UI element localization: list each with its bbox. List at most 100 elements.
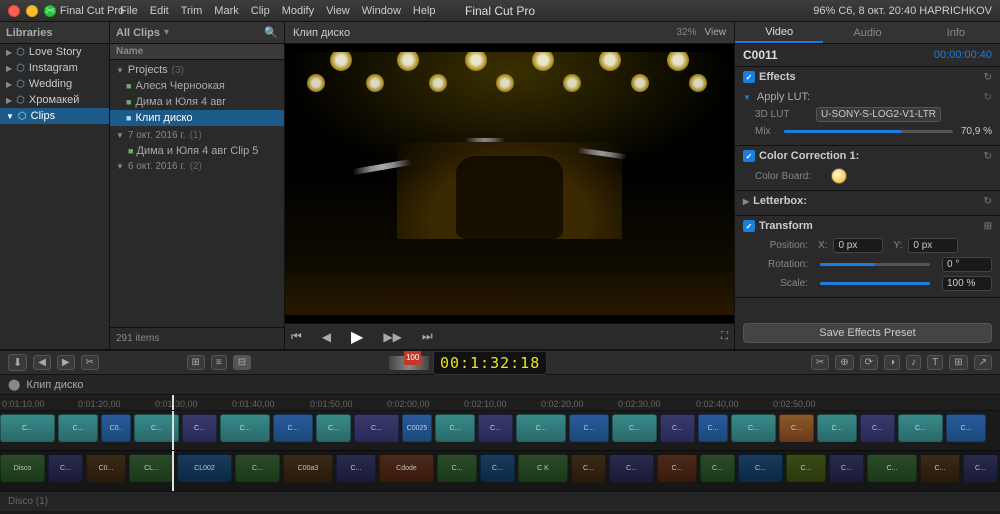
menu-file[interactable]: File	[120, 5, 138, 17]
audio-clip[interactable]: C...	[657, 454, 697, 482]
sidebar-item-clips[interactable]: ▼ ⬡ Clips	[0, 108, 109, 124]
clip-block[interactable]: C...	[516, 414, 566, 442]
tab-audio[interactable]: Audio	[823, 24, 911, 42]
clip-block[interactable]: C...	[220, 414, 270, 442]
clip-view-btn[interactable]: ⊟	[233, 355, 251, 370]
audio-clip[interactable]: Disco	[0, 454, 45, 482]
clip-block[interactable]: C...	[58, 414, 98, 442]
view-button[interactable]: View	[705, 27, 727, 38]
play-button[interactable]: ▶	[345, 325, 369, 349]
back-button[interactable]: ◀	[33, 355, 51, 370]
clip-block[interactable]: C0025	[402, 414, 432, 442]
position-y[interactable]: 0 px	[908, 238, 958, 253]
menu-modify[interactable]: Modify	[282, 5, 314, 17]
menu-view[interactable]: View	[326, 5, 350, 17]
audio-clip[interactable]: C...	[829, 454, 864, 482]
generator-tool[interactable]: ⊞	[949, 355, 967, 370]
sidebar-item-love-story[interactable]: ▶ ⬡ Love Story	[0, 44, 109, 60]
audio-clip[interactable]: CL...	[129, 454, 174, 482]
audio-clip[interactable]: C...	[963, 454, 998, 482]
audio-clip[interactable]: C...	[867, 454, 917, 482]
clip-block[interactable]: C...	[946, 414, 986, 442]
menu-help[interactable]: Help	[413, 5, 436, 17]
audio-clip[interactable]: C00a3	[283, 454, 333, 482]
menu-trim[interactable]: Trim	[181, 5, 203, 17]
search-icon[interactable]: 🔍	[264, 26, 278, 39]
fullscreen-button[interactable]: ⛶	[715, 329, 734, 344]
color-tool[interactable]: ◑	[884, 355, 900, 370]
transform-checkbox[interactable]: ✓	[743, 220, 755, 232]
play-forward-button[interactable]: ▶▶	[377, 328, 407, 346]
clip-block[interactable]: C...	[817, 414, 857, 442]
sidebar-item-chromakey[interactable]: ▶ ⬡ Хромакей	[0, 92, 109, 108]
rotation-value[interactable]: 0 °	[942, 257, 992, 272]
menu-window[interactable]: Window	[362, 5, 401, 17]
list-view-btn[interactable]: ≡	[211, 355, 227, 370]
audio-clip[interactable]: C...	[336, 454, 376, 482]
position-x[interactable]: 0 px	[833, 238, 883, 253]
sidebar-item-wedding[interactable]: ▶ ⬡ Wedding	[0, 76, 109, 92]
letterbox-menu-icon[interactable]: ↻	[984, 196, 992, 207]
clip-block[interactable]: C...	[354, 414, 399, 442]
tab-info[interactable]: Info	[912, 24, 1000, 42]
browser-item-clip-disco[interactable]: ■ Клип диско	[110, 110, 284, 126]
date-group-6oct[interactable]: ▼ 6 окт. 2016 г. (2)	[110, 159, 284, 174]
audio-clip[interactable]: C...	[700, 454, 735, 482]
sidebar-item-instagram[interactable]: ▶ ⬡ Instagram	[0, 60, 109, 76]
minimize-button[interactable]	[26, 5, 38, 17]
audio-clip[interactable]: CL002	[177, 454, 232, 482]
color-board-dot[interactable]	[831, 168, 847, 184]
skip-back-button[interactable]: ⏮	[285, 327, 308, 346]
audio-clip[interactable]: C...	[571, 454, 606, 482]
cc-menu-icon[interactable]: ↻	[984, 151, 992, 162]
save-effects-button[interactable]: Save Effects Preset	[743, 323, 992, 343]
clip-block[interactable]: C...	[731, 414, 776, 442]
clip-block[interactable]: C...	[478, 414, 513, 442]
scale-value[interactable]: 100 %	[942, 276, 992, 291]
clip-block[interactable]: C...	[779, 414, 814, 442]
menu-clip[interactable]: Clip	[251, 5, 270, 17]
audio-clip[interactable]: C...	[480, 454, 515, 482]
date-group-7oct[interactable]: ▼ 7 окт. 2016 г. (1)	[110, 128, 284, 143]
clip-block[interactable]: C...	[316, 414, 351, 442]
share-tool[interactable]: ↗	[974, 355, 992, 370]
lut-select[interactable]: U-SONY-S-LOG2-V1-LTR	[816, 107, 941, 122]
audio-clip[interactable]: C...	[786, 454, 826, 482]
effects-checkbox[interactable]: ✓	[743, 71, 755, 83]
clip-block[interactable]: C...	[698, 414, 728, 442]
audio-clip[interactable]: C...	[235, 454, 280, 482]
import-button[interactable]: ⬇	[8, 354, 27, 371]
view-toggle-btn[interactable]: ⊞	[187, 355, 205, 370]
cc-checkbox[interactable]: ✓	[743, 150, 755, 162]
scale-slider[interactable]	[820, 282, 930, 285]
audio-clip[interactable]: C K	[518, 454, 568, 482]
clip-block[interactable]: C...	[660, 414, 695, 442]
rotation-slider[interactable]	[820, 263, 930, 266]
clip-block[interactable]: C...	[0, 414, 55, 442]
clip-block[interactable]: C...	[612, 414, 657, 442]
audio-clip[interactable]: Cdode	[379, 454, 434, 482]
fwd-button[interactable]: ▶	[57, 355, 75, 370]
audio-clip[interactable]: C...	[48, 454, 83, 482]
menu-edit[interactable]: Edit	[150, 5, 169, 17]
audio-clip[interactable]: C...	[437, 454, 477, 482]
zoom-tool[interactable]: ⊕	[835, 355, 853, 370]
apply-lut-menu[interactable]: ↻	[984, 92, 992, 103]
audio-clip[interactable]: C...	[738, 454, 783, 482]
play-back-button[interactable]: ◀	[316, 328, 337, 346]
browser-item-clip5[interactable]: ■ Дима и Юля 4 авг Clip 5	[110, 143, 284, 159]
clip-block[interactable]: C...	[273, 414, 313, 442]
effects-menu-icon[interactable]: ↻	[984, 72, 992, 83]
close-button[interactable]	[8, 5, 20, 17]
cut-button[interactable]: ✂	[81, 355, 99, 370]
clip-block[interactable]: C...	[569, 414, 609, 442]
mix-slider[interactable]	[784, 130, 953, 133]
audio-clip[interactable]: C0...	[86, 454, 126, 482]
clip-block[interactable]: C...	[435, 414, 475, 442]
skip-forward-button[interactable]: ⏭	[416, 327, 439, 346]
clip-block[interactable]: C0..	[101, 414, 131, 442]
projects-header[interactable]: ▼ Projects (3)	[110, 62, 284, 78]
speed-tool[interactable]: ⟳	[860, 355, 878, 370]
blade-tool[interactable]: ✂	[811, 355, 829, 370]
audio-clip[interactable]: C...	[920, 454, 960, 482]
